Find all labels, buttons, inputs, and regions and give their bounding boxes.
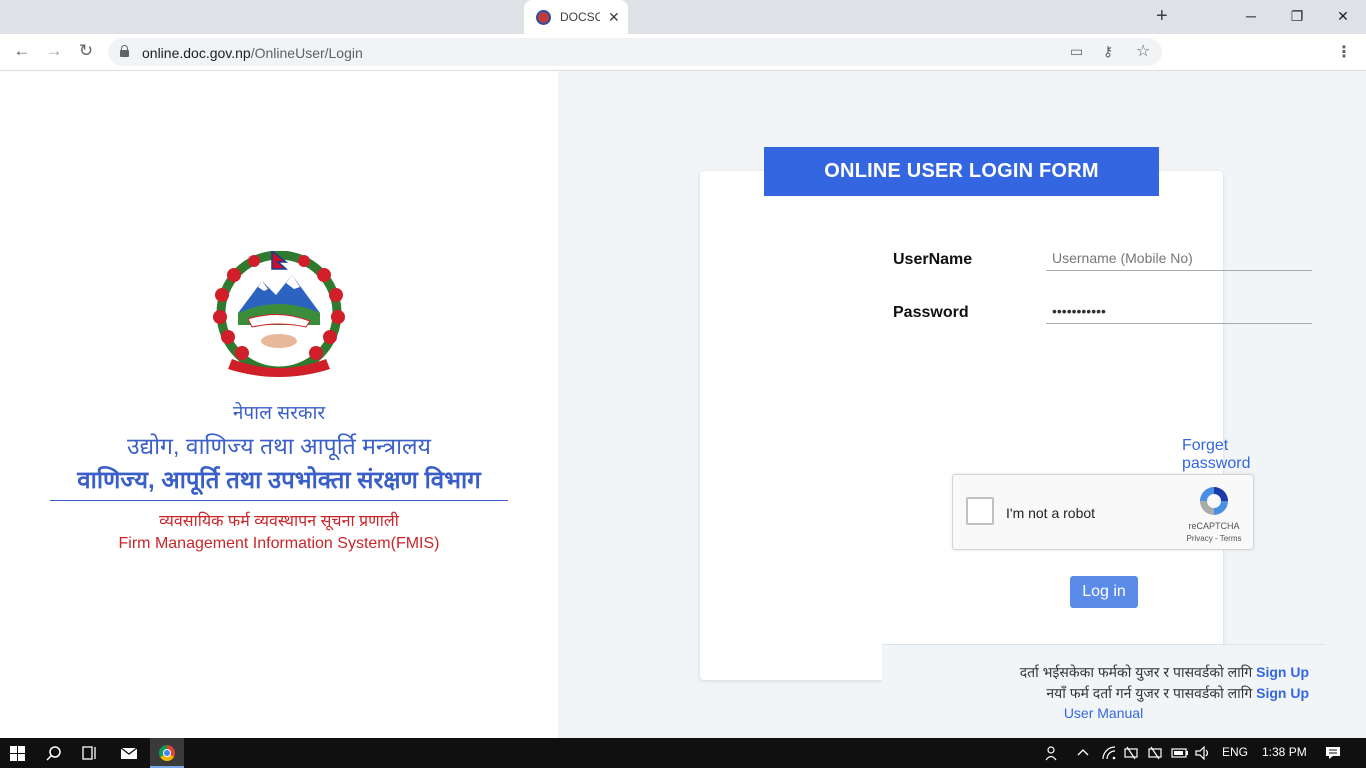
maximize-icon[interactable]: ❐ — [1274, 4, 1320, 28]
tab-close-icon[interactable]: ✕ — [608, 9, 620, 26]
recaptcha-label: I'm not a robot — [1006, 505, 1096, 521]
cast-icon[interactable]: ▭ — [1070, 43, 1083, 60]
recaptcha-brand: reCAPTCHA — [1188, 521, 1240, 531]
volume-icon[interactable] — [1195, 746, 1211, 760]
password-label: Password — [893, 304, 969, 321]
recaptcha-privacy-terms[interactable]: Privacy - Terms — [1175, 534, 1253, 543]
page: नेपाल सरकार उद्योग, वाणिज्य तथा आपूर्ति … — [0, 71, 1366, 756]
recaptcha-logo-icon — [1200, 487, 1228, 515]
info-line-existing: दर्ता भईसकेका फर्मको युजर र पासवर्डको ला… — [1020, 663, 1309, 682]
username-label: UserName — [893, 251, 973, 268]
forward-arrow-icon[interactable]: → — [42, 41, 66, 61]
windows-start-icon[interactable] — [10, 746, 25, 761]
mail-icon[interactable] — [120, 746, 138, 760]
branding-pane: नेपाल सरकार उद्योग, वाणिज्य तथा आपूर्ति … — [0, 71, 558, 738]
signup-existing-link[interactable]: Sign Up — [1256, 664, 1309, 680]
key-icon[interactable]: ⚷ — [1103, 43, 1113, 60]
task-view-icon[interactable] — [82, 746, 98, 760]
reload-icon[interactable]: ↻ — [74, 41, 98, 61]
search-icon[interactable] — [46, 745, 62, 761]
network-adapter-icon-2[interactable] — [1147, 745, 1163, 761]
notifications-icon[interactable] — [1325, 746, 1341, 760]
minimize-icon[interactable]: ─ — [1228, 4, 1274, 28]
taskbar-chrome-button[interactable] — [150, 738, 184, 768]
back-arrow-icon[interactable]: ← — [10, 41, 34, 61]
gov-name: नेपाल सरकार — [232, 403, 326, 424]
browser-toolbar: ← → ↻ online.doc.gov.np/OnlineUser/Login… — [0, 34, 1366, 71]
language-indicator[interactable]: ENG — [1222, 745, 1248, 759]
user-manual-link[interactable]: User Manual — [882, 705, 1325, 721]
recaptcha-checkbox[interactable] — [966, 497, 994, 525]
url-text[interactable]: online.doc.gov.np/OnlineUser/Login — [142, 45, 363, 61]
ministry-name: उद्योग, वाणिज्य तथा आपूर्ति मन्त्रालय — [127, 433, 431, 459]
window-close-icon[interactable]: ✕ — [1320, 4, 1366, 28]
url-path: /OnlineUser/Login — [250, 45, 363, 61]
username-input[interactable] — [1046, 245, 1312, 271]
clock-time[interactable]: 1:38 PM — [1262, 745, 1307, 759]
url-host: online.doc.gov.np — [142, 45, 251, 61]
network-adapter-icon[interactable] — [1123, 745, 1139, 761]
tab-title: DOCSC — [560, 10, 600, 24]
system-name-nepali: व्यवसायिक फर्म व्यवस्थापन सूचना प्रणाली — [159, 513, 399, 530]
info-line-new: नयाँ फर्म दर्ता गर्न युजर र पासवर्डको ला… — [1046, 684, 1309, 703]
nepal-emblem-icon — [213, 251, 345, 377]
address-bar[interactable]: online.doc.gov.np/OnlineUser/Login ▭ ⚷ ☆ — [108, 38, 1162, 66]
info-text-existing: दर्ता भईसकेका फर्मको युजर र पासवर्डको ला… — [1019, 664, 1253, 680]
info-text-new: नयाँ फर्म दर्ता गर्न युजर र पासवर्डको ला… — [1046, 685, 1253, 701]
login-form-title: ONLINE USER LOGIN FORM — [764, 147, 1159, 196]
new-tab-icon[interactable]: + — [1156, 5, 1168, 28]
signup-new-link[interactable]: Sign Up — [1256, 685, 1309, 701]
login-button[interactable]: Log in — [1070, 576, 1138, 608]
chevron-up-icon[interactable] — [1077, 748, 1089, 756]
browser-tab[interactable]: DOCSC ✕ — [524, 0, 628, 34]
people-icon[interactable] — [1045, 745, 1061, 761]
system-name-english: Firm Management Information System(FMIS) — [118, 535, 440, 552]
chrome-icon — [159, 745, 175, 761]
battery-icon[interactable] — [1171, 747, 1189, 759]
login-card: UserName Password Forget password ? I'm … — [700, 171, 1325, 756]
department-name: वाणिज्य, आपूर्ति तथा उपभोक्ता संरक्षण वि… — [50, 463, 508, 501]
recaptcha-widget: I'm not a robot reCAPTCHA Privacy - Term… — [952, 474, 1254, 550]
site-favicon-icon — [536, 9, 551, 25]
browser-tab-bar: DOCSC ✕ + ─ ❐ ✕ — [0, 0, 1366, 34]
taskbar: ENG 1:38 PM — [0, 738, 1366, 768]
bookmark-star-icon[interactable]: ☆ — [1136, 41, 1150, 61]
login-pane: UserName Password Forget password ? I'm … — [558, 71, 1366, 756]
wifi-icon[interactable] — [1101, 746, 1117, 760]
browser-menu-icon[interactable]: ⋮ — [1336, 42, 1352, 62]
lock-icon[interactable] — [120, 45, 129, 57]
password-input[interactable] — [1046, 298, 1312, 324]
